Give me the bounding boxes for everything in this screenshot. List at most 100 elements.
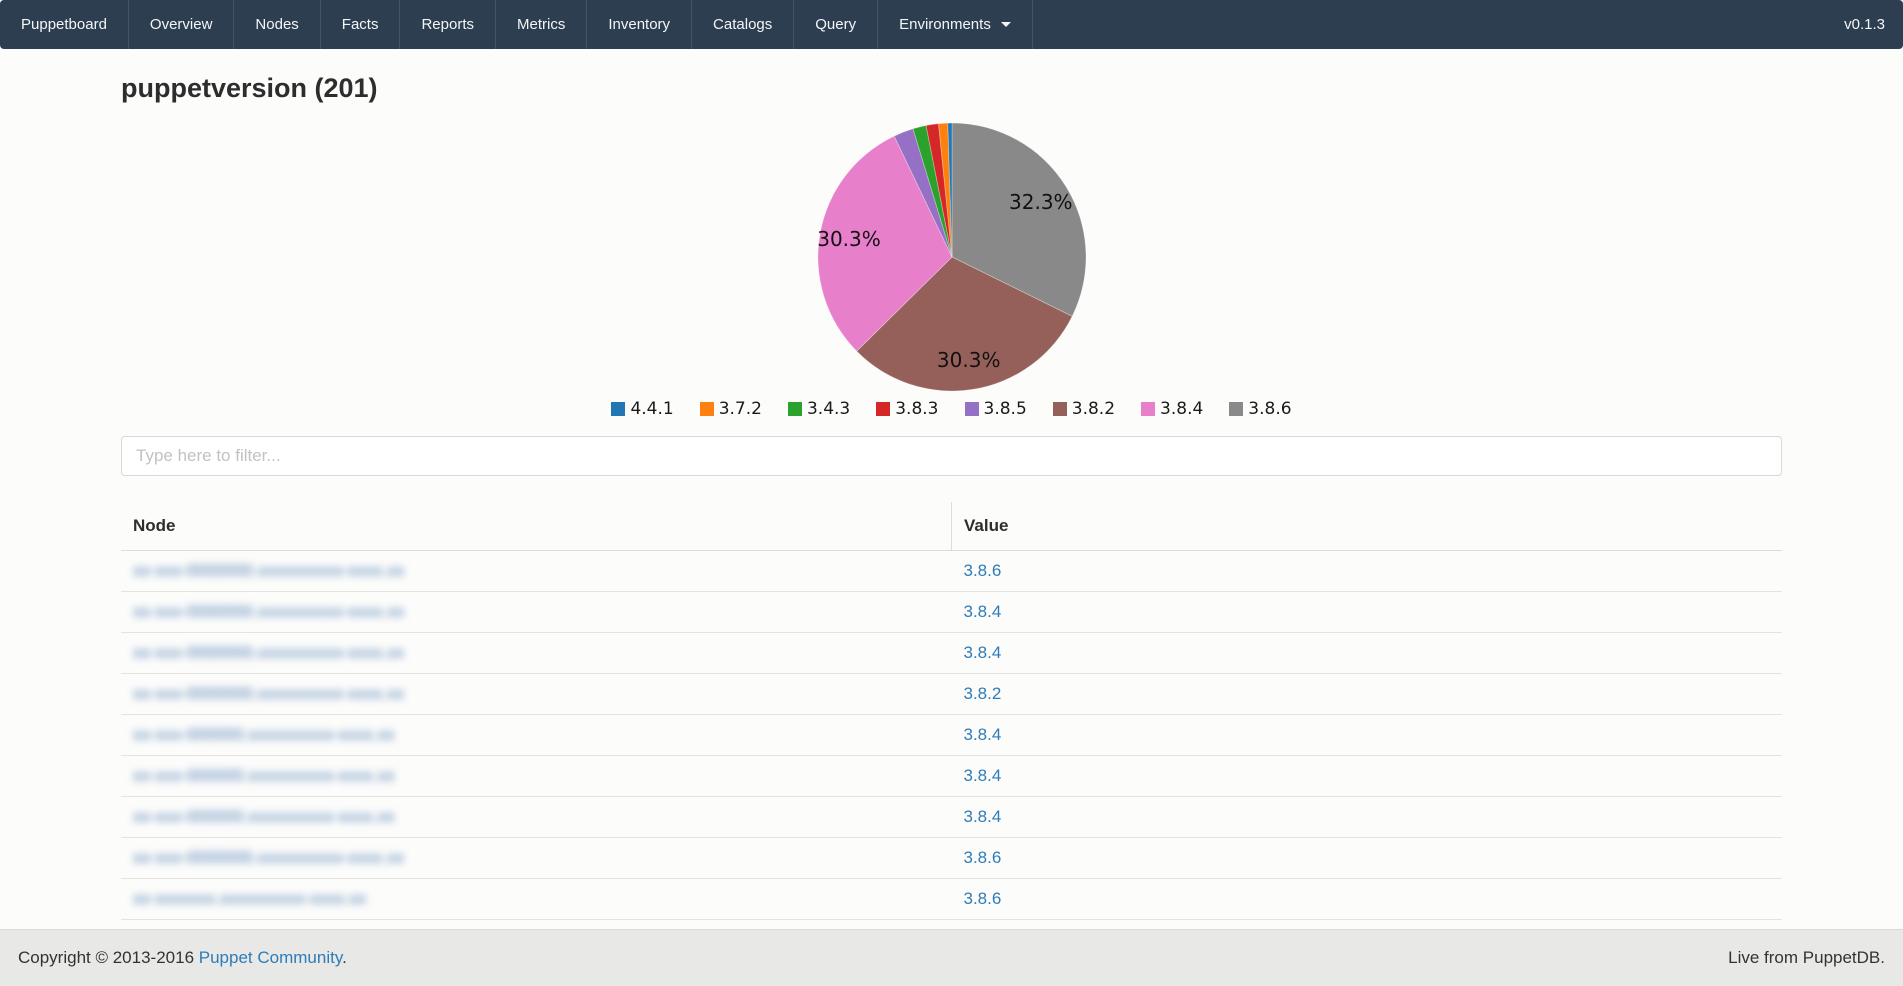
node-cell: xx-xxx-0000000.xxxxxxxxxx-xxxx.xx [121,674,952,715]
column-header-value: Value [952,502,1783,551]
legend-swatch-icon [1141,402,1155,416]
table-row: xx-xxx-0000000.xxxxxxxxxx-xxxx.xx 3.8.6 [121,838,1782,879]
main-content: puppetversion (201) 32.3% 30.3% 30.3% 4.4.… [121,73,1782,920]
node-link[interactable]: xx-xxx-0000000.xxxxxxxxxx-xxxx.xx [133,684,404,703]
value-link[interactable]: 3.8.4 [964,807,1002,826]
legend-item-3.8.5: 3.8.5 [965,399,1027,419]
nav-item-overview[interactable]: Overview [129,0,235,49]
value-link[interactable]: 3.8.4 [964,766,1002,785]
fact-table-head: Node Value [121,502,1782,551]
puppet-community-link[interactable]: Puppet Community [199,948,342,967]
legend-item-3.8.6: 3.8.6 [1229,399,1291,419]
node-cell: xx-xxx-0000000.xxxxxxxxxx-xxxx.xx [121,551,952,592]
node-link[interactable]: xx-xxx-0000000.xxxxxxxxxx-xxxx.xx [133,643,404,662]
legend-swatch-icon [700,402,714,416]
legend-label: 4.4.1 [630,399,673,419]
value-link[interactable]: 3.8.4 [964,725,1002,744]
value-link[interactable]: 3.8.6 [964,848,1002,867]
navbar: Puppetboard OverviewNodesFactsReportsMet… [0,0,1903,49]
value-cell: 3.8.4 [952,797,1783,838]
value-link[interactable]: 3.8.4 [964,602,1002,621]
nav-items: OverviewNodesFactsReportsMetricsInventor… [129,0,878,49]
node-cell: xx-xxxxxxx.xxxxxxxxxx-xxxx.xx [121,879,952,920]
nav-item-metrics[interactable]: Metrics [496,0,587,49]
pie-chart-svg: 32.3% 30.3% 30.3% [812,117,1092,397]
value-cell: 3.8.6 [952,838,1783,879]
node-link[interactable]: xx-xxxxxxx.xxxxxxxxxx-xxxx.xx [133,889,366,908]
table-row: xx-xxx-000000.xxxxxxxxxx-xxxx.xx 3.8.4 [121,797,1782,838]
table-row: xx-xxx-0000000.xxxxxxxxxx-xxxx.xx 3.8.2 [121,674,1782,715]
app-version: v0.1.3 [1826,0,1903,49]
value-cell: 3.8.6 [952,879,1783,920]
legend-label: 3.7.2 [719,399,762,419]
value-cell: 3.8.4 [952,715,1783,756]
legend-item-3.4.3: 3.4.3 [788,399,850,419]
navbar-spacer [1033,0,1826,49]
chevron-down-icon [1001,22,1011,27]
nav-item-reports[interactable]: Reports [400,0,496,49]
legend-item-4.4.1: 4.4.1 [611,399,673,419]
legend-label: 3.8.5 [984,399,1027,419]
node-link[interactable]: xx-xxx-0000000.xxxxxxxxxx-xxxx.xx [133,848,404,867]
nav-item-catalogs[interactable]: Catalogs [692,0,794,49]
value-link[interactable]: 3.8.2 [964,684,1002,703]
legend-label: 3.4.3 [807,399,850,419]
pie-percent-label: 30.3% [936,348,1000,372]
legend-label: 3.8.6 [1248,399,1291,419]
nav-item-query[interactable]: Query [794,0,878,49]
value-link[interactable]: 3.8.4 [964,643,1002,662]
value-cell: 3.8.2 [952,674,1783,715]
nav-dropdown-environments-label: Environments [899,16,991,33]
value-cell: 3.8.4 [952,633,1783,674]
page-title: puppetversion (201) [121,73,1782,103]
legend-item-3.7.2: 3.7.2 [700,399,762,419]
legend-swatch-icon [1053,402,1067,416]
legend-swatch-icon [876,402,890,416]
filter-input[interactable] [121,436,1782,476]
fact-table: Node Value xx-xxx-0000000.xxxxxxxxxx-xxx… [121,502,1782,920]
chart-legend: 4.4.1 3.7.2 3.4.3 3.8.3 3.8.5 3.8.2 3.8.4 3.8.6 [121,399,1782,419]
legend-item-3.8.3: 3.8.3 [876,399,938,419]
legend-swatch-icon [611,402,625,416]
pie-percent-label: 32.3% [1009,190,1073,214]
nav-dropdown-environments[interactable]: Environments [878,0,1033,49]
value-link[interactable]: 3.8.6 [964,561,1002,580]
nav-item-nodes[interactable]: Nodes [234,0,320,49]
node-link[interactable]: xx-xxx-000000.xxxxxxxxxx-xxxx.xx [133,766,395,785]
fact-table-header-row: Node Value [121,502,1782,551]
footer-copyright: Copyright © 2013-2016 Puppet Community. [18,948,347,968]
pie-percent-label: 30.3% [817,227,881,251]
node-cell: xx-xxx-000000.xxxxxxxxxx-xxxx.xx [121,797,952,838]
nav-item-facts[interactable]: Facts [321,0,401,49]
legend-swatch-icon [788,402,802,416]
node-cell: xx-xxx-000000.xxxxxxxxxx-xxxx.xx [121,715,952,756]
table-row: xx-xxxxxxx.xxxxxxxxxx-xxxx.xx 3.8.6 [121,879,1782,920]
value-link[interactable]: 3.8.6 [964,889,1002,908]
table-row: xx-xxx-0000000.xxxxxxxxxx-xxxx.xx 3.8.4 [121,592,1782,633]
table-row: xx-xxx-000000.xxxxxxxxxx-xxxx.xx 3.8.4 [121,756,1782,797]
table-row: xx-xxx-0000000.xxxxxxxxxx-xxxx.xx 3.8.4 [121,633,1782,674]
legend-label: 3.8.2 [1072,399,1115,419]
footer-status: Live from PuppetDB. [1728,948,1885,968]
fact-table-body: xx-xxx-0000000.xxxxxxxxxx-xxxx.xx3.8.6xx… [121,551,1782,920]
node-cell: xx-xxx-0000000.xxxxxxxxxx-xxxx.xx [121,838,952,879]
node-cell: xx-xxx-0000000.xxxxxxxxxx-xxxx.xx [121,592,952,633]
table-row: xx-xxx-000000.xxxxxxxxxx-xxxx.xx 3.8.4 [121,715,1782,756]
nav-brand-puppetboard[interactable]: Puppetboard [0,0,129,49]
table-row: xx-xxx-0000000.xxxxxxxxxx-xxxx.xx 3.8.6 [121,551,1782,592]
fact-pie-chart: 32.3% 30.3% 30.3% 4.4.1 3.7.2 3.4.3 3.8.3 3.8.… [121,117,1782,419]
nav-item-inventory[interactable]: Inventory [587,0,692,49]
node-link[interactable]: xx-xxx-0000000.xxxxxxxxxx-xxxx.xx [133,561,404,580]
legend-swatch-icon [965,402,979,416]
value-cell: 3.8.4 [952,756,1783,797]
value-cell: 3.8.6 [952,551,1783,592]
legend-label: 3.8.4 [1160,399,1203,419]
node-link[interactable]: xx-xxx-000000.xxxxxxxxxx-xxxx.xx [133,725,395,744]
node-link[interactable]: xx-xxx-000000.xxxxxxxxxx-xxxx.xx [133,807,395,826]
footer-copyright-period: . [342,948,347,967]
legend-swatch-icon [1229,402,1243,416]
footer: Copyright © 2013-2016 Puppet Community. … [0,929,1903,986]
legend-label: 3.8.3 [895,399,938,419]
node-link[interactable]: xx-xxx-0000000.xxxxxxxxxx-xxxx.xx [133,602,404,621]
value-cell: 3.8.4 [952,592,1783,633]
